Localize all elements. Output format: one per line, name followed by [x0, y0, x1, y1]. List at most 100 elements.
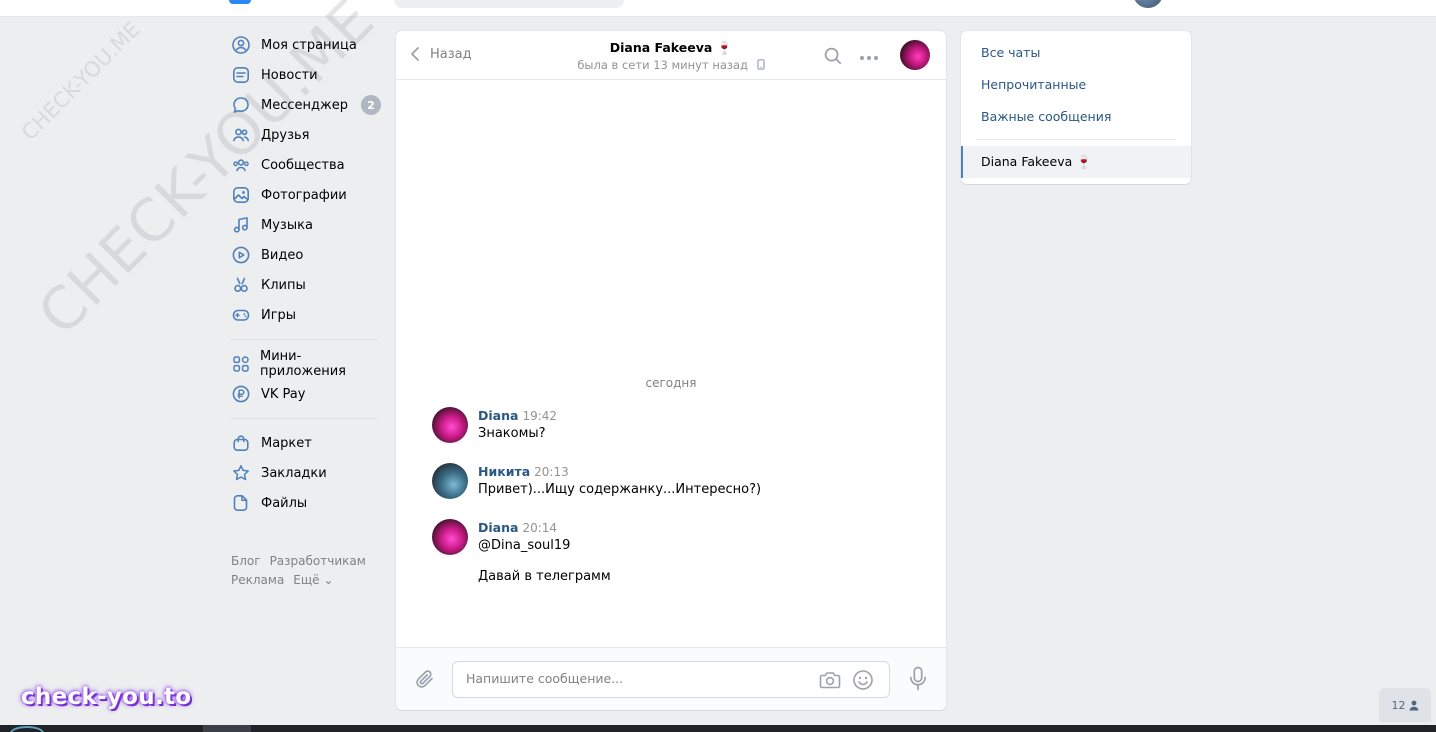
top-search-input[interactable]	[394, 0, 624, 8]
nav-label: Мини-приложения	[260, 349, 346, 379]
day-separator: сегодня	[645, 376, 697, 390]
start-button[interactable]	[10, 726, 44, 732]
message-time: 20:13	[534, 465, 569, 479]
message-author[interactable]: Никита 20:13	[478, 464, 569, 479]
peer-status-text: была в сети 13 минут назад	[577, 58, 749, 72]
footer-links: Блог Разработчикам Реклама Ещё ⌄	[231, 552, 391, 590]
user-circle-icon	[231, 35, 251, 55]
message-text: @Dina_soul19	[478, 538, 571, 553]
footer-link-blog[interactable]: Блог	[231, 554, 261, 568]
emoji-icon[interactable]	[852, 669, 874, 695]
friends-icon	[231, 125, 251, 145]
nav-item-communities[interactable]: Сообщества	[231, 150, 381, 180]
nav-item-video[interactable]: Видео	[231, 240, 381, 270]
clips-icon	[231, 275, 251, 295]
nav-label: Закладки	[261, 465, 327, 481]
message-text: Знакомы?	[478, 426, 546, 441]
file-icon	[231, 493, 251, 513]
nav-label: Новости	[261, 67, 318, 83]
nav-label: Файлы	[261, 495, 308, 511]
footer-link-ads[interactable]: Реклама	[231, 573, 284, 587]
footer-link-more[interactable]: Ещё ⌄	[293, 573, 333, 587]
message-avatar[interactable]	[432, 463, 468, 499]
message-text: Привет)...Ищу содержанку...Интересно?)	[478, 482, 762, 497]
music-icon	[231, 215, 251, 235]
apps-icon	[231, 354, 250, 374]
nav-item-friends[interactable]: Друзья	[231, 120, 381, 150]
nav-item-my-page[interactable]: Моя страница	[231, 30, 381, 60]
nav-label: Видео	[261, 247, 304, 263]
author-name[interactable]: Diana	[478, 520, 518, 535]
nav-label: Музыка	[261, 217, 313, 233]
filter-all-chats[interactable]: Все чаты	[981, 45, 1040, 60]
author-name[interactable]: Никита	[478, 464, 530, 479]
chat-filter-panel: Все чаты Непрочитанные Важные сообщения …	[961, 31, 1191, 184]
nav-item-vk-pay[interactable]: VK Pay	[231, 379, 381, 409]
star-icon	[231, 463, 251, 483]
chat-panel: Назад Diana Fakeeva 🍷 была в сети 13 мин…	[396, 31, 946, 710]
nav-label: Маркет	[261, 435, 312, 451]
nav-item-photos[interactable]: Фотографии	[231, 180, 381, 210]
photo-icon	[231, 185, 251, 205]
filter-unread[interactable]: Непрочитанные	[981, 77, 1086, 92]
nav-item-clips[interactable]: Клипы	[231, 270, 381, 300]
nav-item-mini-apps[interactable]: Мини-приложения	[231, 349, 381, 379]
nav-item-games[interactable]: Игры	[231, 300, 381, 330]
communities-icon	[231, 155, 251, 175]
unread-badge: 2	[361, 95, 381, 115]
nav-label: Сообщества	[261, 157, 345, 173]
message-time: 19:42	[522, 409, 558, 423]
active-chat-item[interactable]: Diana Fakeeva 🍷	[961, 146, 1191, 178]
top-bar	[0, 0, 1436, 17]
message-icon	[231, 95, 251, 115]
active-chat-label: Diana Fakeeva 🍷	[981, 154, 1092, 169]
mobile-icon	[757, 59, 765, 70]
message-composer	[396, 647, 946, 710]
gamepad-icon	[231, 305, 251, 325]
message-input[interactable]	[466, 671, 796, 686]
online-count: 12	[1391, 698, 1406, 712]
nav-label: Мессенджер	[261, 97, 348, 113]
message-author[interactable]: Diana 20:14	[478, 520, 557, 535]
filter-important[interactable]: Важные сообщения	[981, 109, 1111, 124]
message-input-box[interactable]	[452, 661, 890, 698]
message-avatar[interactable]	[432, 407, 468, 443]
left-nav: Моя страница Новости Мессенджер 2 Друзья…	[231, 30, 381, 518]
message-time: 20:14	[522, 521, 558, 535]
nav-label: Фотографии	[261, 187, 347, 203]
nav-label: Моя страница	[261, 37, 357, 53]
brand-watermark: check-you.to	[21, 684, 192, 710]
author-name[interactable]: Diana	[478, 408, 518, 423]
footer-link-developers[interactable]: Разработчикам	[270, 554, 366, 568]
nav-label: VK Pay	[261, 386, 306, 402]
video-icon	[231, 245, 251, 265]
nav-item-news[interactable]: Новости	[231, 60, 381, 90]
nav-item-files[interactable]: Файлы	[231, 488, 381, 518]
taskbar-app[interactable]	[203, 725, 251, 732]
person-icon	[1409, 700, 1418, 710]
bag-icon	[231, 433, 251, 453]
camera-icon[interactable]	[819, 670, 841, 694]
attach-icon[interactable]	[414, 668, 436, 694]
microphone-icon[interactable]	[908, 666, 928, 696]
os-taskbar	[0, 725, 1436, 732]
nav-item-messenger[interactable]: Мессенджер 2	[231, 90, 381, 120]
search-icon[interactable]	[824, 47, 842, 69]
nav-divider	[231, 418, 377, 419]
message-author[interactable]: Diana 19:42	[478, 408, 557, 423]
user-avatar[interactable]	[1133, 0, 1163, 8]
more-icon[interactable]	[859, 50, 879, 65]
nav-divider	[231, 339, 377, 340]
peer-avatar[interactable]	[900, 40, 930, 70]
nav-label: Клипы	[261, 277, 306, 293]
nav-item-bookmarks[interactable]: Закладки	[231, 458, 381, 488]
vk-logo[interactable]	[229, 0, 251, 4]
nav-item-music[interactable]: Музыка	[231, 210, 381, 240]
filter-divider	[976, 139, 1176, 140]
nav-label: Игры	[261, 307, 297, 323]
online-counter[interactable]: 12	[1379, 688, 1431, 722]
nav-label: Друзья	[261, 127, 310, 143]
news-icon	[231, 65, 251, 85]
message-avatar[interactable]	[432, 519, 468, 555]
nav-item-market[interactable]: Маркет	[231, 428, 381, 458]
